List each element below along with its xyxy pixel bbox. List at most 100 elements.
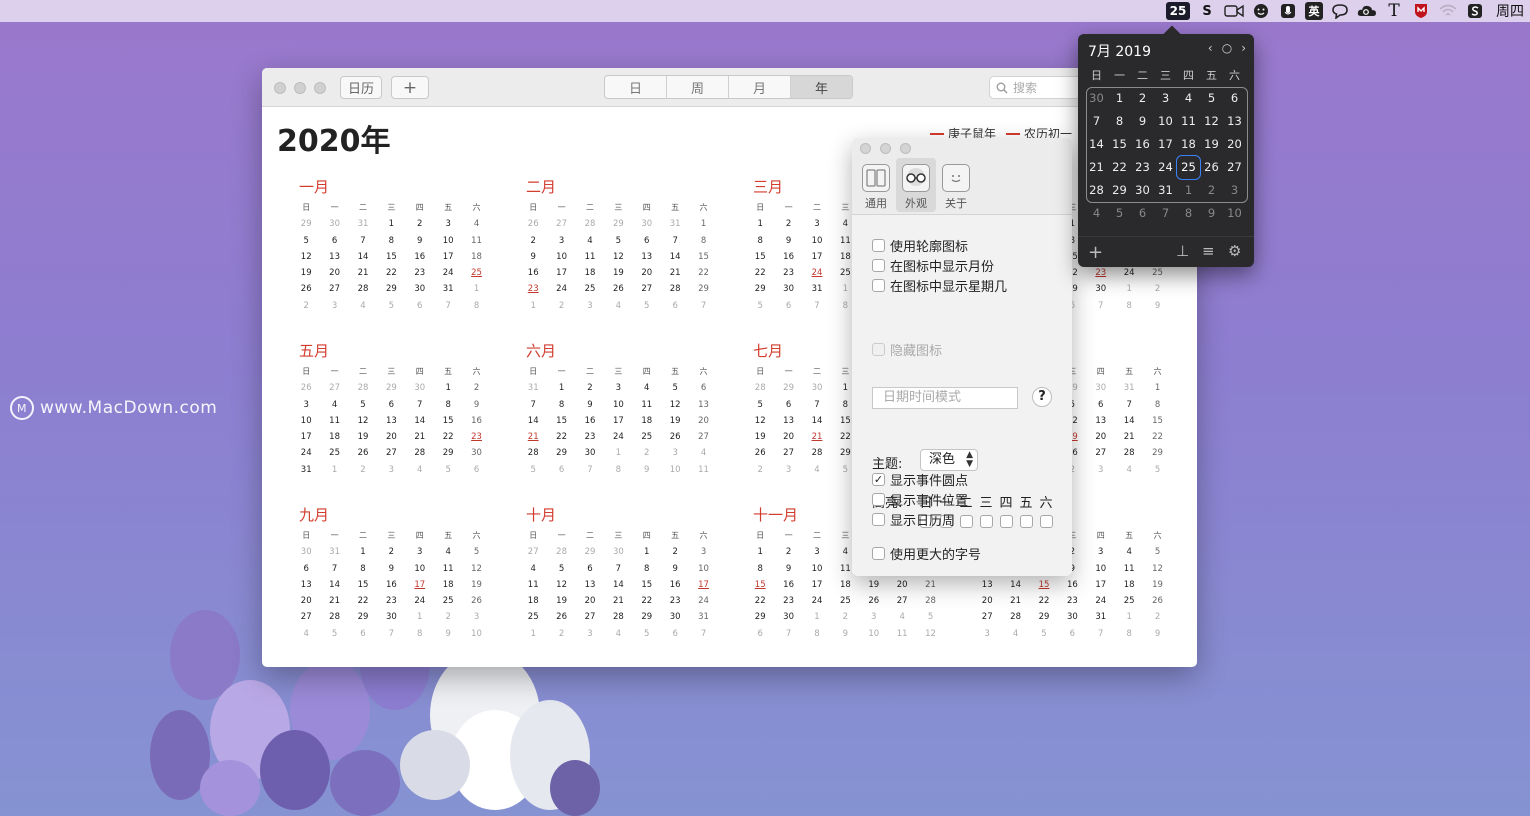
day-cell[interactable]: 3: [292, 397, 320, 413]
day-cell[interactable]: 10: [860, 626, 888, 642]
day-cell[interactable]: 5: [320, 626, 348, 642]
day-cell[interactable]: 2: [519, 233, 547, 249]
day-cell[interactable]: 28: [349, 380, 377, 396]
checkbox[interactable]: [872, 239, 885, 252]
tab-general[interactable]: 通用: [856, 158, 896, 212]
day-cell[interactable]: 25: [633, 429, 661, 445]
show-month-option[interactable]: 在图标中显示月份: [872, 256, 994, 275]
day-cell[interactable]: 7: [377, 626, 405, 642]
event-option-1[interactable]: 显示事件位置: [872, 490, 968, 509]
day-cell[interactable]: 14: [661, 249, 689, 265]
day-cell[interactable]: 15: [746, 249, 774, 265]
day-cell[interactable]: 20: [1087, 429, 1115, 445]
smile-icon[interactable]: [1251, 2, 1271, 20]
checkbox[interactable]: [872, 279, 885, 292]
day-cell[interactable]: 26: [349, 445, 377, 461]
day-cell[interactable]: 29: [434, 445, 462, 461]
day-cell[interactable]: 10: [689, 561, 717, 577]
day-cell[interactable]: 18: [1115, 577, 1143, 593]
day-cell[interactable]: 8: [349, 561, 377, 577]
day-cell[interactable]: 23: [462, 429, 490, 445]
day-cell[interactable]: 6: [661, 626, 689, 642]
day-cell[interactable]: 28: [519, 445, 547, 461]
day-cell[interactable]: 29: [774, 380, 802, 396]
day-cell[interactable]: 24: [803, 265, 831, 281]
day-cell[interactable]: 21: [320, 593, 348, 609]
scrivener-icon[interactable]: S: [1197, 2, 1217, 20]
day-cell[interactable]: 2: [462, 380, 490, 396]
day-cell[interactable]: 5: [1030, 626, 1058, 642]
mini-day-cell[interactable]: 7: [1154, 202, 1177, 225]
day-cell[interactable]: 15: [633, 577, 661, 593]
day-cell[interactable]: 4: [604, 298, 632, 314]
outline-icon-option[interactable]: 使用轮廓图标: [872, 236, 968, 255]
day-cell[interactable]: 1: [633, 544, 661, 560]
day-cell[interactable]: 9: [434, 626, 462, 642]
highlight-day-3[interactable]: 三: [976, 492, 996, 528]
day-cell[interactable]: 3: [576, 626, 604, 642]
day-cell[interactable]: 19: [860, 577, 888, 593]
day-cell[interactable]: 14: [803, 413, 831, 429]
day-cell[interactable]: 15: [349, 577, 377, 593]
day-cell[interactable]: 7: [434, 298, 462, 314]
day-cell[interactable]: 18: [320, 429, 348, 445]
day-cell[interactable]: 23: [774, 593, 802, 609]
checkbox[interactable]: [872, 493, 885, 506]
day-cell[interactable]: 27: [973, 609, 1001, 625]
day-cell[interactable]: 26: [292, 380, 320, 396]
day-cell[interactable]: 26: [292, 281, 320, 297]
day-cell[interactable]: 5: [604, 233, 632, 249]
day-cell[interactable]: 6: [406, 298, 434, 314]
day-cell[interactable]: 6: [689, 380, 717, 396]
day-cell[interactable]: 30: [320, 216, 348, 232]
mini-day-cell[interactable]: 10: [1223, 202, 1246, 225]
day-cell[interactable]: 25: [462, 265, 490, 281]
day-cell[interactable]: 3: [1087, 462, 1115, 478]
day-cell[interactable]: 2: [349, 462, 377, 478]
day-cell[interactable]: 31: [292, 462, 320, 478]
day-cell[interactable]: 10: [462, 626, 490, 642]
mini-day-cell[interactable]: 8: [1177, 202, 1200, 225]
mini-day-cell[interactable]: 1: [1177, 179, 1200, 202]
close-button[interactable]: [274, 82, 286, 94]
day-cell[interactable]: 13: [292, 577, 320, 593]
day-cell[interactable]: 31: [661, 216, 689, 232]
day-cell[interactable]: 31: [320, 544, 348, 560]
day-cell[interactable]: 24: [292, 445, 320, 461]
day-cell[interactable]: 31: [349, 216, 377, 232]
day-cell[interactable]: 21: [406, 429, 434, 445]
day-cell[interactable]: 15: [377, 249, 405, 265]
day-cell[interactable]: 2: [746, 462, 774, 478]
mini-day-cell[interactable]: 22: [1108, 156, 1131, 179]
day-cell[interactable]: 20: [633, 265, 661, 281]
day-cell[interactable]: 5: [434, 462, 462, 478]
day-cell[interactable]: 21: [1115, 429, 1143, 445]
event-option-2[interactable]: 显示日历周: [872, 510, 955, 529]
day-cell[interactable]: 13: [576, 577, 604, 593]
day-cell[interactable]: 17: [803, 249, 831, 265]
day-cell[interactable]: 7: [604, 561, 632, 577]
day-cell[interactable]: 10: [1087, 561, 1115, 577]
day-cell[interactable]: 2: [633, 445, 661, 461]
day-cell[interactable]: 31: [1087, 609, 1115, 625]
day-cell[interactable]: 6: [774, 397, 802, 413]
day-cell[interactable]: 11: [689, 462, 717, 478]
checkbox[interactable]: [872, 547, 885, 560]
day-cell[interactable]: 2: [1143, 281, 1171, 297]
day-cell[interactable]: 5: [916, 609, 944, 625]
mini-day-cell[interactable]: 11: [1177, 110, 1200, 133]
day-cell[interactable]: 16: [774, 577, 802, 593]
larger-font-option[interactable]: 使用更大的字号: [872, 544, 981, 563]
day-cell[interactable]: 15: [1030, 577, 1058, 593]
day-cell[interactable]: 20: [689, 413, 717, 429]
day-cell[interactable]: 9: [774, 233, 802, 249]
day-cell[interactable]: 17: [1087, 577, 1115, 593]
day-cell[interactable]: 13: [633, 249, 661, 265]
day-cell[interactable]: 17: [434, 249, 462, 265]
sogou-icon[interactable]: [1465, 2, 1485, 20]
day-cell[interactable]: 6: [1058, 626, 1086, 642]
day-cell[interactable]: 4: [434, 544, 462, 560]
day-cell[interactable]: 2: [831, 609, 859, 625]
day-cell[interactable]: 30: [604, 544, 632, 560]
day-cell[interactable]: 30: [292, 544, 320, 560]
